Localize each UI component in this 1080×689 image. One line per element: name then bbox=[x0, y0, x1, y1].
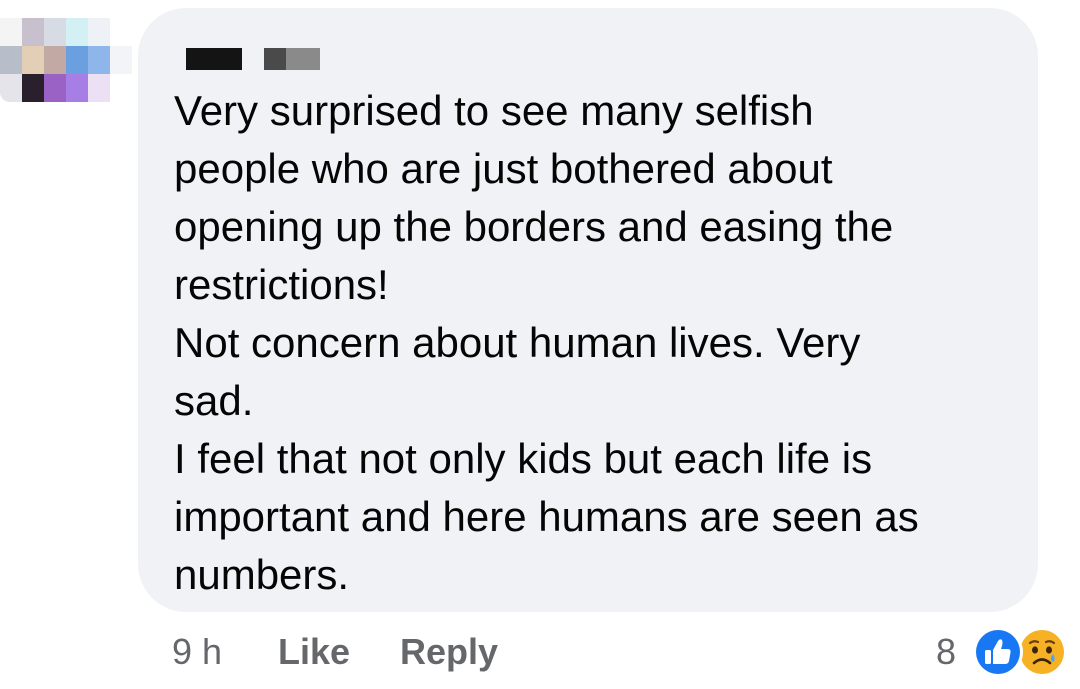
reactions-summary[interactable] bbox=[972, 626, 1072, 678]
comment-line: important and here humans are seen as bbox=[174, 493, 919, 540]
comment-line: Very surprised to see many selfish bbox=[174, 87, 814, 134]
comment-line: sad. bbox=[174, 377, 254, 424]
redacted-author-name bbox=[286, 48, 320, 70]
avatar[interactable] bbox=[0, 18, 132, 102]
comment-line: numbers. bbox=[174, 551, 350, 598]
reply-button[interactable]: Reply bbox=[400, 630, 498, 674]
comment-text: Very surprised to see many selfish peopl… bbox=[174, 82, 1024, 604]
comment-timestamp[interactable]: 9 h bbox=[172, 630, 222, 674]
reaction-count[interactable]: 8 bbox=[936, 630, 956, 674]
comment-line: Not concern about human lives. Very bbox=[174, 319, 861, 366]
redacted-author-name bbox=[264, 48, 286, 70]
like-button[interactable]: Like bbox=[278, 630, 350, 674]
comment-line: I feel that not only kids but each life … bbox=[174, 435, 873, 482]
comment-line: restrictions! bbox=[174, 261, 389, 308]
redacted-author-name bbox=[186, 48, 242, 70]
like-icon bbox=[973, 627, 1023, 677]
comment-line: opening up the borders and easing the bbox=[174, 203, 894, 250]
comment-line: people who are just bothered about bbox=[174, 145, 833, 192]
comment-screenshot: Very surprised to see many selfish peopl… bbox=[0, 0, 1080, 689]
